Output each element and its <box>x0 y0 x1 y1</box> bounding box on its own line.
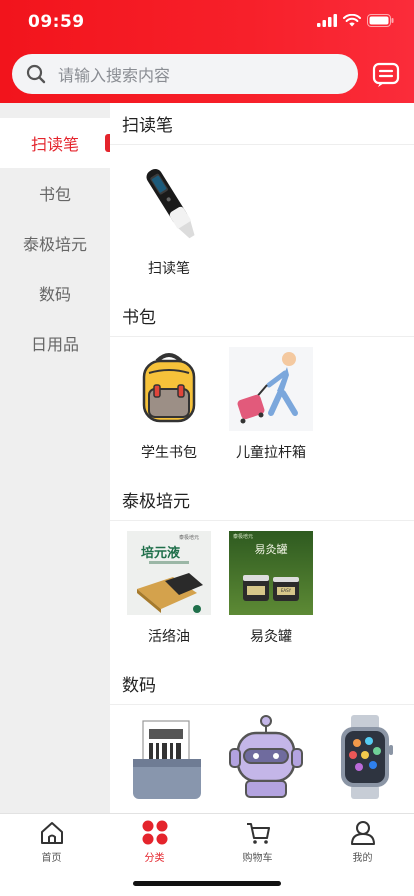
wifi-icon <box>343 14 361 27</box>
oil-name-text: 培元液 <box>141 545 180 561</box>
section-title-scan-pen: 扫读笔 <box>110 103 414 145</box>
tab-cart[interactable]: 购物车 <box>206 820 309 864</box>
trolley-case-image <box>229 347 313 431</box>
cart-icon <box>246 823 270 844</box>
status-time: 09:59 <box>28 12 85 32</box>
section-title-digital: 数码 <box>110 663 414 705</box>
home-indicator <box>133 881 281 886</box>
product-label: 活络油 <box>148 629 190 645</box>
product-item[interactable] <box>315 715 414 813</box>
product-label: 儿童拉杆箱 <box>236 445 306 461</box>
tab-home[interactable]: 首页 <box>0 820 103 864</box>
signal-icon <box>317 14 337 27</box>
category-content: 扫读笔 扫读笔 书包 学生书包 儿童拉杆箱 泰极培元 泰极培元 培元液 活络油 … <box>110 103 414 813</box>
tab-category[interactable]: 分类 <box>103 820 206 864</box>
product-item[interactable] <box>217 715 316 813</box>
status-icons <box>317 14 394 27</box>
tab-profile[interactable]: 我的 <box>311 820 414 864</box>
tab-label: 我的 <box>352 853 373 864</box>
search-icon <box>26 64 46 84</box>
medicated-oil-image: 泰极培元 培元液 <box>127 531 211 615</box>
sidebar-item-taiji-peiyuan[interactable]: 泰极培元 <box>0 218 110 268</box>
oil-brand-text: 泰极培元 <box>179 534 199 541</box>
product-item[interactable]: 儿童拉杆箱 <box>220 347 322 479</box>
tab-label: 首页 <box>41 853 62 864</box>
sidebar-item-daily[interactable]: 日用品 <box>0 318 110 368</box>
section-title-bag: 书包 <box>110 295 414 337</box>
product-label: 学生书包 <box>141 445 197 461</box>
scan-pen-image <box>127 163 211 247</box>
header: 09:59 请输入搜索内容 <box>0 0 414 103</box>
section-items-bag: 学生书包 儿童拉杆箱 <box>110 337 414 479</box>
tab-label: 购物车 <box>242 853 273 864</box>
moxibustion-jar-image: 泰极培元 易灸罐 EASY <box>229 531 313 615</box>
section-items-digital <box>110 705 414 813</box>
search-placeholder: 请输入搜索内容 <box>58 66 171 85</box>
jar-brand-text: 泰极培元 <box>233 533 253 540</box>
status-bar: 09:59 <box>0 0 414 46</box>
sidebar-item-digital[interactable]: 数码 <box>0 268 110 318</box>
smartwatch-image <box>323 715 407 799</box>
product-item[interactable]: 扫读笔 <box>118 163 220 295</box>
product-label: 易灸罐 <box>250 629 292 645</box>
sidebar-item-scan-pen[interactable]: 扫读笔 <box>0 118 110 168</box>
printer-image <box>125 715 209 799</box>
section-title-taiji-peiyuan: 泰极培元 <box>110 479 414 521</box>
jar-name-text: 易灸罐 <box>255 542 288 556</box>
product-item[interactable] <box>118 715 217 813</box>
product-item[interactable]: 学生书包 <box>118 347 220 479</box>
product-item[interactable]: 泰极培元 培元液 活络油 <box>118 531 220 663</box>
home-icon <box>40 822 63 844</box>
user-icon <box>350 821 375 845</box>
product-label: 扫读笔 <box>148 261 190 277</box>
jar-label-text: EASY <box>281 588 292 593</box>
search-row: 请输入搜索内容 <box>0 54 414 96</box>
section-items-taiji-peiyuan: 泰极培元 培元液 活络油 泰极培元 易灸罐 EASY 易灸罐 <box>110 521 414 663</box>
category-icon <box>142 820 167 845</box>
section-items-scan-pen: 扫读笔 <box>110 145 414 295</box>
category-sidebar: 扫读笔 书包 泰极培元 数码 日用品 <box>0 103 110 813</box>
search-input[interactable]: 请输入搜索内容 <box>12 54 358 94</box>
product-item[interactable]: 泰极培元 易灸罐 EASY 易灸罐 <box>220 531 322 663</box>
sidebar-item-bag[interactable]: 书包 <box>0 168 110 218</box>
battery-icon <box>367 14 394 27</box>
school-bag-image <box>127 347 211 431</box>
robot-image <box>224 715 308 799</box>
message-icon[interactable] <box>372 62 400 88</box>
tab-label: 分类 <box>144 853 165 864</box>
